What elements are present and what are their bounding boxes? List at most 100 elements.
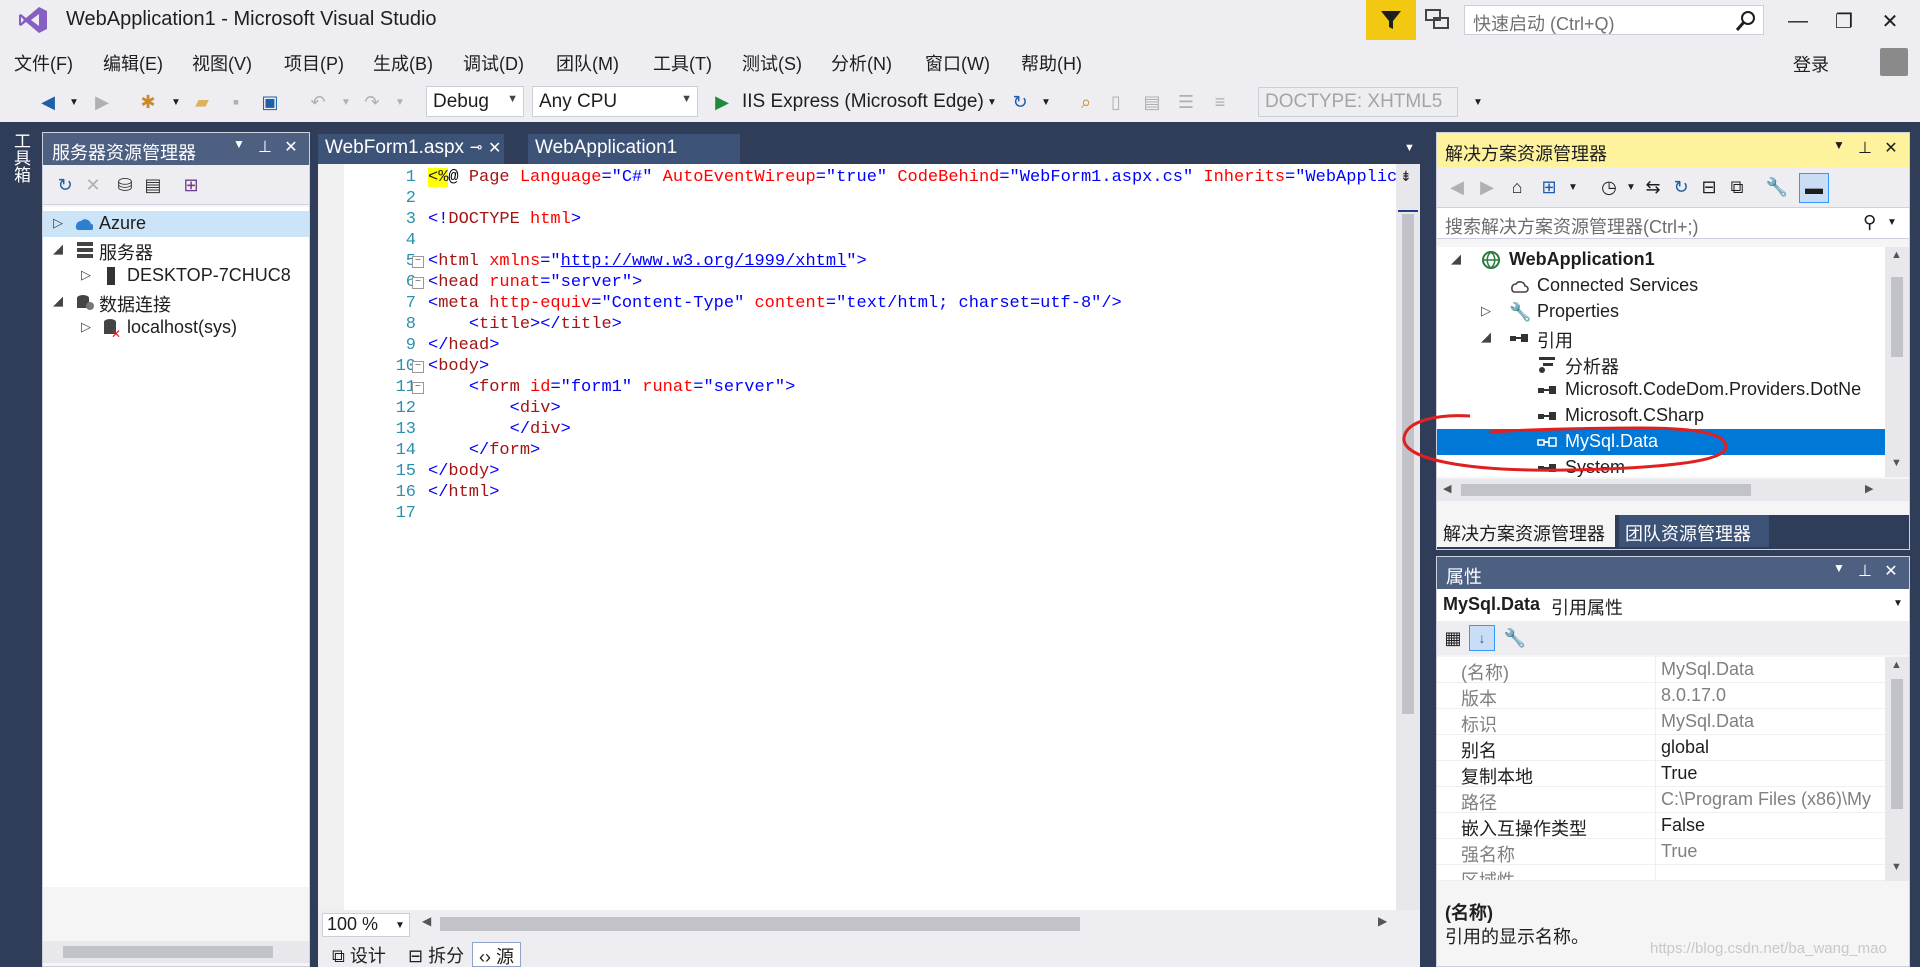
property-row[interactable]: 复制本地 True (1437, 761, 1885, 787)
scroll-left-icon[interactable]: ◀ (1443, 482, 1451, 495)
tab-team-explorer[interactable]: 团队资源管理器 (1619, 515, 1769, 547)
outdent-icon[interactable]: ≡ (1208, 91, 1232, 113)
save-icon[interactable]: ▪ (224, 91, 248, 113)
stop-icon[interactable]: ✕ (81, 174, 105, 196)
back-icon[interactable]: ◀ (1445, 176, 1469, 198)
start-debugging-icon[interactable]: ▶ (710, 91, 734, 113)
property-row[interactable]: 区域性 (1437, 865, 1885, 881)
collapse-region-icon[interactable]: − (412, 361, 424, 373)
categorized-icon[interactable]: ▦ (1441, 627, 1465, 649)
connect-database-icon[interactable]: ⛁ (113, 174, 137, 196)
pending-dropdown-icon[interactable]: ▼ (1619, 176, 1643, 198)
restore-button[interactable]: ❐ (1824, 6, 1864, 36)
scroll-down-icon[interactable]: ▼ (1891, 861, 1902, 873)
home-icon[interactable]: ⌂ (1505, 176, 1529, 198)
scroll-thumb[interactable] (440, 917, 1080, 931)
refresh-dropdown-icon[interactable]: ▼ (1034, 91, 1058, 113)
menu-project[interactable]: 项目(P) (284, 50, 344, 76)
property-object-select[interactable]: MySql.Data 引用属性 ▼ (1437, 589, 1909, 621)
tab-webapplication1[interactable]: WebApplication1 (528, 134, 740, 164)
redo-icon[interactable]: ↷ (360, 91, 384, 113)
undo-dropdown-icon[interactable]: ▼ (334, 91, 358, 113)
menu-help[interactable]: 帮助(H) (1021, 50, 1082, 76)
tree-node-references[interactable]: ◢ 引用 (1437, 325, 1885, 351)
toolbar-overflow-icon[interactable]: ▼ (1466, 91, 1490, 113)
scroll-left-icon[interactable]: ◀ (422, 914, 431, 928)
menu-team[interactable]: 团队(M) (556, 50, 619, 76)
design-view-tab[interactable]: ⧉ 设计 (326, 942, 392, 967)
indent-icon[interactable]: ☰ (1174, 91, 1198, 113)
search-options-icon[interactable]: ▼ (1887, 217, 1897, 228)
property-row[interactable]: 别名 global (1437, 735, 1885, 761)
sharepoint-icon[interactable]: ⊞ (179, 174, 203, 196)
panel-menu-icon[interactable]: ▼ (1829, 561, 1849, 575)
connect-server-icon[interactable]: ▤ (141, 174, 165, 196)
close-icon[interactable]: ✕ (1881, 561, 1901, 581)
expand-icon[interactable]: ▷ (81, 267, 91, 283)
scroll-thumb[interactable] (63, 946, 273, 958)
pending-changes-icon[interactable]: ◷ (1597, 176, 1621, 198)
pin-tab-icon[interactable]: ⊸ (470, 138, 483, 156)
pin-icon[interactable]: ⊥ (1855, 138, 1875, 158)
feedback-icon[interactable] (1424, 8, 1450, 32)
close-window-button[interactable]: ✕ (1870, 6, 1910, 36)
panel-menu-icon[interactable]: ▼ (1829, 138, 1849, 152)
menu-test[interactable]: 测试(S) (742, 50, 802, 76)
property-row[interactable]: (名称) MySql.Data (1437, 657, 1885, 683)
tab-webform1-aspx[interactable]: WebForm1.aspx ⊸ ✕ (318, 134, 504, 164)
run-target-dropdown-icon[interactable]: ▼ (980, 91, 1004, 113)
collapse-icon[interactable]: ◢ (1451, 251, 1461, 267)
close-icon[interactable]: ✕ (281, 137, 301, 157)
collapse-all-icon[interactable]: ⊟ (1697, 176, 1721, 198)
pin-icon[interactable]: ⊥ (255, 137, 275, 157)
run-target-label[interactable]: IIS Express (Microsoft Edge) (742, 91, 984, 113)
scroll-right-icon[interactable]: ▶ (1378, 914, 1387, 928)
solution-search-input[interactable]: 搜索解决方案资源管理器(Ctrl+;) ⚲ ▼ (1437, 207, 1909, 239)
collapse-region-icon[interactable]: − (412, 256, 424, 268)
properties-vscrollbar[interactable]: ▲ ▼ (1885, 657, 1909, 881)
minimize-button[interactable]: — (1778, 6, 1818, 36)
menu-view[interactable]: 视图(V) (192, 50, 252, 76)
notification-filter-button[interactable] (1366, 0, 1416, 40)
tree-node-desktop[interactable]: ▷ DESKTOP-7CHUC8 (43, 263, 309, 289)
expand-icon[interactable]: ▷ (1481, 303, 1491, 319)
scroll-thumb[interactable] (1891, 277, 1903, 357)
collapse-icon[interactable]: ◢ (53, 241, 63, 257)
panel-menu-icon[interactable]: ▼ (229, 137, 249, 151)
format-icon[interactable]: ▯ (1104, 91, 1128, 113)
forward-icon[interactable]: ▶ (1475, 176, 1499, 198)
tree-node-azure[interactable]: ▷ Azure (43, 211, 309, 237)
tree-node-analyzers[interactable]: 分析器 (1437, 351, 1885, 377)
back-dropdown-icon[interactable]: ▼ (62, 91, 86, 113)
scroll-up-icon[interactable]: ▲ (1891, 659, 1902, 671)
collapse-region-icon[interactable]: − (412, 277, 424, 289)
menu-analyze[interactable]: 分析(N) (831, 50, 892, 76)
editor-hscrollbar[interactable] (440, 917, 1380, 931)
menu-build[interactable]: 生成(B) (373, 50, 433, 76)
sync-icon[interactable]: ⇆ (1641, 176, 1665, 198)
editor-vscrollbar[interactable]: ⇟ (1396, 164, 1420, 910)
tree-node-project[interactable]: ◢ WebApplication1 (1437, 247, 1885, 273)
scroll-down-icon[interactable]: ▼ (1891, 457, 1902, 469)
tree-node-data-connections[interactable]: ◢ 数据连接 (43, 289, 309, 315)
new-project-icon[interactable]: ✱ (136, 91, 160, 113)
tree-node-servers[interactable]: ◢ 服务器 (43, 237, 309, 263)
refresh-browser-icon[interactable]: ↻ (1008, 91, 1032, 113)
open-folder-icon[interactable]: ▰ (190, 91, 214, 113)
close-icon[interactable]: ✕ (1881, 138, 1901, 158)
toolbox-tab[interactable]: 工具箱 (10, 132, 30, 183)
tab-overflow-icon[interactable]: ▼ (1404, 142, 1415, 154)
preview-selected-icon[interactable]: ▬ (1799, 173, 1829, 203)
zoom-select[interactable]: 100 % ▼ (322, 913, 410, 937)
property-row[interactable]: 版本 8.0.17.0 (1437, 683, 1885, 709)
page-icon[interactable]: ▤ (1140, 91, 1164, 113)
back-icon[interactable]: ◀ (36, 91, 60, 113)
new-dropdown-icon[interactable]: ▼ (164, 91, 188, 113)
menu-tools[interactable]: 工具(T) (653, 50, 712, 76)
scroll-right-icon[interactable]: ▶ (1865, 482, 1873, 495)
scroll-thumb[interactable] (1891, 679, 1903, 809)
property-row[interactable]: 强名称 True (1437, 839, 1885, 865)
solution-vscrollbar[interactable]: ▲ ▼ (1885, 247, 1909, 477)
doctype-select[interactable]: DOCTYPE: XHTML5 (1258, 87, 1458, 117)
menu-window[interactable]: 窗口(W) (925, 50, 990, 76)
